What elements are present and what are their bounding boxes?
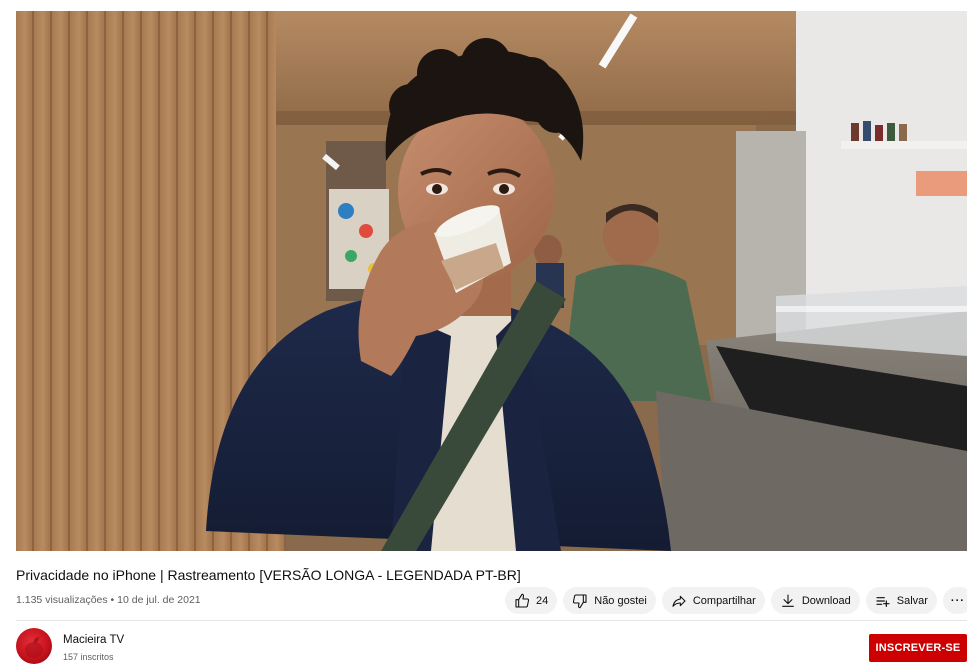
video-player[interactable] bbox=[16, 11, 967, 551]
thumbs-down-icon bbox=[573, 593, 587, 608]
share-button[interactable]: Compartilhar bbox=[661, 587, 765, 614]
youtube-watch-page: Privacidade no iPhone | Rastreamento [VE… bbox=[0, 0, 967, 670]
dislike-label: Não gostei bbox=[594, 594, 647, 607]
video-meta: 1.135 visualizações • 10 de jul. de 2021 bbox=[16, 594, 201, 606]
playlist-add-icon bbox=[876, 596, 890, 607]
channel-name[interactable]: Macieira TV bbox=[63, 634, 124, 646]
download-label: Download bbox=[801, 594, 851, 607]
video-actions: 24 Não gostei Compartilhar Download Salv… bbox=[505, 587, 967, 614]
share-label: Compartilhar bbox=[692, 594, 756, 607]
video-frame bbox=[16, 11, 967, 551]
thumbs-up-icon bbox=[515, 593, 530, 608]
video-title: Privacidade no iPhone | Rastreamento [VE… bbox=[16, 567, 521, 583]
share-arrow-icon bbox=[672, 595, 686, 607]
save-label: Salvar bbox=[896, 594, 928, 607]
more-actions-button[interactable]: ··· bbox=[942, 587, 967, 614]
section-divider bbox=[16, 620, 967, 621]
like-count: 24 bbox=[536, 594, 549, 607]
dislike-button[interactable]: Não gostei bbox=[563, 587, 656, 614]
download-button[interactable]: Download bbox=[770, 587, 860, 614]
more-horizontal-icon: ··· bbox=[950, 594, 965, 607]
channel-avatar[interactable] bbox=[16, 628, 52, 664]
subscriber-count: 157 inscritos bbox=[63, 652, 114, 662]
download-icon bbox=[781, 593, 794, 607]
save-button[interactable]: Salvar bbox=[865, 587, 937, 614]
apple-logo-icon bbox=[25, 637, 43, 658]
like-button[interactable]: 24 bbox=[505, 587, 558, 614]
subscribe-button[interactable]: INSCREVER-SE bbox=[869, 634, 967, 662]
